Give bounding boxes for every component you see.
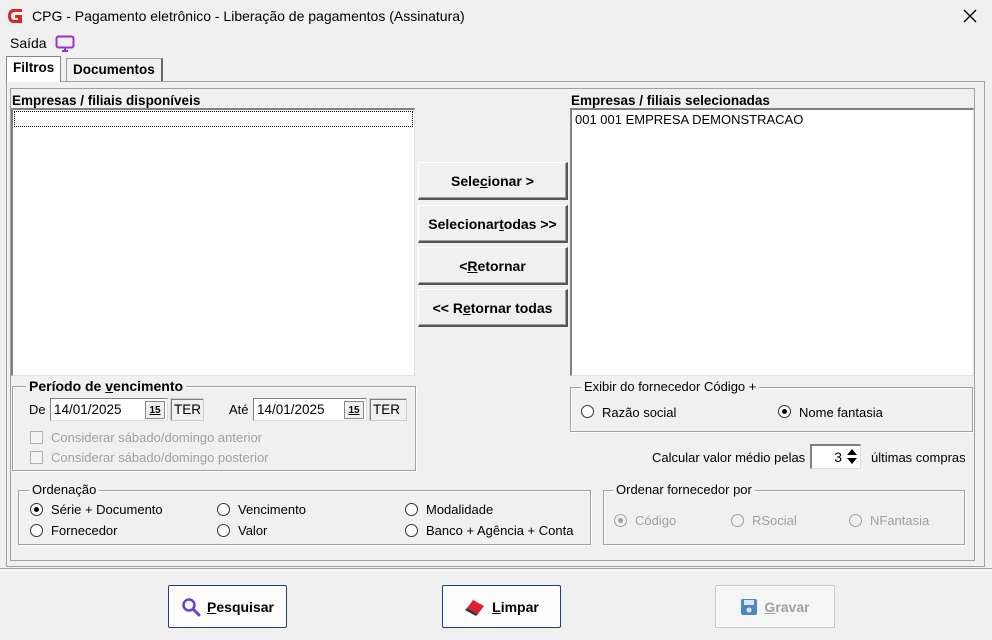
banco-agencia-conta-radio[interactable]: [405, 524, 418, 537]
close-button[interactable]: [956, 4, 984, 28]
ordenar-fornecedor-title: Ordenar fornecedor por: [613, 482, 755, 497]
label-text: ravar: [775, 598, 810, 615]
title-text: Período de: [29, 378, 106, 394]
mnemonic: G: [764, 598, 776, 615]
calendar-icon[interactable]: 15: [344, 401, 364, 419]
fornecedor-radio[interactable]: [30, 524, 43, 537]
rsocial-radio[interactable]: [731, 514, 744, 527]
button-label: Selecionar: [428, 215, 500, 232]
label-text: esquisar: [216, 598, 274, 615]
banco-agencia-conta-label: Banco + Agência + Conta: [426, 523, 574, 538]
list-focus-row[interactable]: [14, 111, 413, 127]
mnemonic: v: [105, 378, 114, 394]
mnemonic: R: [467, 257, 478, 274]
tab-filtros[interactable]: Filtros: [6, 56, 62, 82]
button-label: Sele: [451, 172, 480, 189]
window-title: CPG - Pagamento eletrônico - Liberação d…: [32, 8, 465, 24]
button-label: odas >>: [503, 215, 557, 232]
razao-social-radio[interactable]: [581, 405, 594, 418]
spin-arrows-icon[interactable]: [845, 447, 859, 466]
valor-label: Valor: [238, 523, 268, 538]
fornecedor-label: Fornecedor: [51, 523, 118, 538]
pesquisar-label: Pesquisar: [207, 599, 274, 615]
considerar-posterior-label: Considerar sábado/domingo posterior: [51, 450, 269, 465]
limpar-button[interactable]: Limpar: [442, 585, 561, 628]
list-item[interactable]: 001 001 EMPRESA DEMONSTRACAO: [575, 112, 803, 127]
tab-documentos[interactable]: Documentos: [66, 58, 163, 81]
nome-fantasia-radio[interactable]: [778, 405, 791, 418]
considerar-anterior-label: Considerar sábado/domingo anterior: [51, 430, 263, 445]
compras-stepper[interactable]: 3: [810, 444, 861, 469]
date-to-weekday: TER: [369, 398, 407, 421]
nome-fantasia-label: Nome fantasia: [799, 405, 883, 420]
calendar-icon[interactable]: 15: [145, 401, 165, 419]
app-logo-icon: [8, 9, 22, 23]
selecionar-button[interactable]: Sele c ionar >: [418, 162, 568, 200]
nfantasia-radio[interactable]: [849, 514, 862, 527]
selected-companies-list[interactable]: [570, 108, 974, 376]
nfantasia-label: NFantasia: [870, 513, 930, 528]
vencimento-radio[interactable]: [217, 503, 230, 516]
considerar-posterior-checkbox[interactable]: [30, 451, 43, 464]
available-companies-label: Empresas / filiais disponíveis: [12, 93, 201, 108]
button-label: << R: [432, 299, 463, 316]
mnemonic: e: [462, 299, 471, 316]
monitor-icon[interactable]: [55, 35, 75, 53]
date-from-value: 14/01/2025: [54, 402, 122, 417]
retornar-button[interactable]: < Retornar: [418, 247, 568, 285]
considerar-anterior-checkbox[interactable]: [30, 431, 43, 444]
button-label: tornar todas: [470, 299, 553, 316]
calendar-glyph: 15: [149, 404, 161, 416]
date-to-value: 14/01/2025: [257, 402, 325, 417]
codigo-label: Código: [635, 513, 677, 528]
vencimento-label: Vencimento: [238, 502, 306, 517]
calcular-label: Calcular valor médio pelas: [652, 450, 806, 465]
retornar-todas-button[interactable]: << Re tornar todas: [418, 289, 568, 327]
codigo-radio[interactable]: [614, 514, 627, 527]
ate-label: Até: [229, 402, 249, 417]
date-from-weekday: TER: [170, 398, 204, 421]
button-label: <: [459, 257, 468, 274]
serie-documento-label: Série + Documento: [51, 502, 163, 517]
selecionar-todas-button[interactable]: Selecionar t odas >>: [418, 205, 568, 243]
calendar-glyph: 15: [348, 404, 360, 416]
serie-documento-radio[interactable]: [30, 503, 43, 516]
mnemonic: P: [207, 598, 217, 615]
label-text: impar: [500, 598, 539, 615]
button-label: ionar >: [487, 172, 534, 189]
bottom-separator: [0, 568, 992, 571]
eraser-icon: [465, 599, 485, 616]
mnemonic: c: [479, 172, 488, 189]
date-to-input[interactable]: 14/01/2025 15: [253, 398, 367, 421]
ordenacao-title: Ordenação: [29, 482, 100, 497]
de-label: De: [29, 402, 46, 417]
mnemonic: L: [492, 598, 501, 615]
floppy-disk-icon: [741, 598, 758, 615]
modalidade-radio[interactable]: [405, 503, 418, 516]
search-icon: [182, 597, 201, 616]
button-label: etornar: [477, 257, 526, 274]
pesquisar-button[interactable]: Pesquisar: [168, 585, 287, 628]
gravar-label: Gravar: [764, 599, 809, 615]
periodo-title: Período de vencimento: [26, 378, 187, 394]
date-from-input[interactable]: 14/01/2025 15: [50, 398, 168, 421]
calcular-suffix: últimas compras: [871, 450, 966, 465]
valor-radio[interactable]: [217, 524, 230, 537]
compras-value: 3: [834, 449, 842, 465]
selected-companies-label: Empresas / filiais selecionadas: [571, 93, 770, 108]
gravar-button[interactable]: Gravar: [715, 585, 835, 628]
available-companies-list[interactable]: [11, 108, 415, 376]
close-icon: [963, 9, 977, 23]
limpar-label: Limpar: [492, 599, 539, 615]
exibir-fornecedor-title: Exibir do fornecedor Código +: [581, 379, 760, 394]
modalidade-label: Modalidade: [426, 502, 494, 517]
menu-saida[interactable]: Saída: [10, 35, 47, 51]
rsocial-label: RSocial: [752, 513, 797, 528]
title-text: encimento: [113, 378, 184, 394]
razao-social-label: Razão social: [602, 405, 677, 420]
